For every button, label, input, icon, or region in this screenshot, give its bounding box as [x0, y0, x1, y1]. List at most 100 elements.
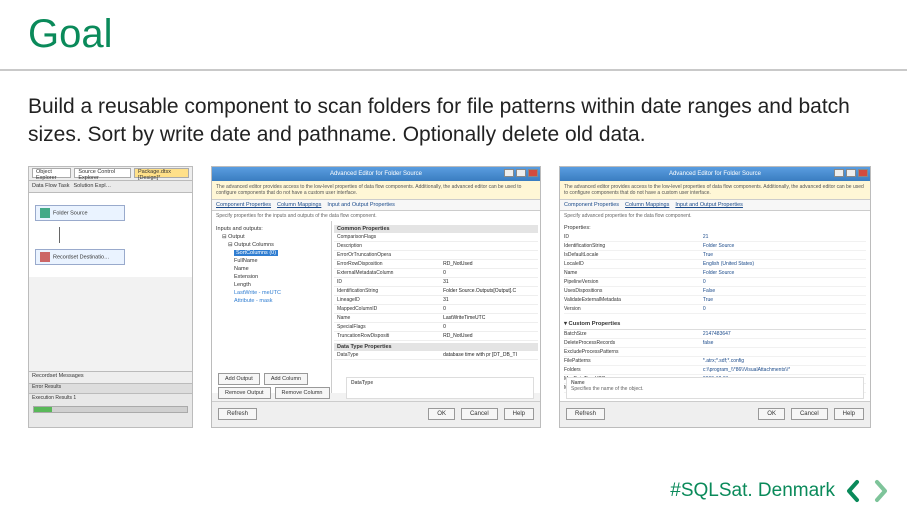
property-value[interactable]: false — [703, 340, 866, 346]
tree-col-length[interactable]: Length — [234, 281, 327, 289]
property-row[interactable]: IdentificationStringFolder Source.Output… — [334, 287, 538, 296]
property-row[interactable]: ValidateExternalMetadataTrue — [564, 296, 866, 305]
property-row[interactable]: IdentificationStringFolder Source — [564, 242, 866, 251]
property-value[interactable]: Folder Source — [703, 243, 866, 249]
property-key: ExcludeProcessPatterns — [564, 349, 703, 355]
maximize-button[interactable] — [846, 169, 856, 177]
property-row[interactable]: ComparisonFlags — [334, 233, 538, 242]
io-tree[interactable]: Inputs and outputs: ⊟ Output ⊟ Output Co… — [212, 221, 332, 393]
property-value[interactable]: 0 — [703, 306, 866, 312]
property-row[interactable]: NameFolder Source — [564, 269, 866, 278]
design-canvas[interactable]: Folder Source Recordset Destinatio… — [29, 193, 192, 277]
tree-col-lastwrite[interactable]: LastWrite - meUTC — [234, 289, 327, 297]
tree-col-attributemask[interactable]: Attribute - mask — [234, 297, 327, 305]
tab-object-explorer[interactable]: Object Explorer — [32, 168, 71, 178]
node-recordset-dest[interactable]: Recordset Destinatio… — [35, 249, 125, 265]
help-button[interactable]: Help — [504, 408, 534, 420]
property-row[interactable]: ErrorOrTruncationOpera — [334, 251, 538, 260]
property-row[interactable]: MappedColumnID0 — [334, 305, 538, 314]
property-value[interactable] — [440, 251, 538, 259]
ok-button[interactable]: OK — [758, 408, 785, 420]
property-row[interactable]: ExternalMetadataColumn0 — [334, 269, 538, 278]
tree-col-name[interactable]: Name — [234, 265, 327, 273]
add-output-button[interactable]: Add Output — [218, 373, 260, 385]
property-row[interactable]: ErrorRowDispositionRD_NotUsed — [334, 260, 538, 269]
property-row[interactable]: SpecialFlags0 — [334, 323, 538, 332]
property-row[interactable]: Description — [334, 242, 538, 251]
property-value[interactable]: 31 — [440, 296, 538, 304]
remove-column-button[interactable]: Remove Column — [275, 387, 330, 399]
tab-source-control[interactable]: Source Control Explorer — [74, 168, 131, 178]
property-value[interactable]: Folder Source — [703, 270, 866, 276]
property-value[interactable]: 2147483647 — [703, 331, 866, 337]
property-value[interactable]: *.atrx;*.sdf;*.config — [703, 358, 866, 364]
property-row[interactable]: UsesDispositionsFalse — [564, 287, 866, 296]
property-value[interactable]: RD_NotUsed — [440, 332, 538, 340]
maximize-button[interactable] — [516, 169, 526, 177]
property-row[interactable]: FilePatterns*.atrx;*.sdf;*.config — [564, 357, 866, 366]
property-value[interactable]: 21 — [703, 234, 866, 240]
refresh-button[interactable]: Refresh — [566, 408, 605, 420]
property-value[interactable]: Folder Source.Outputs[Output].C — [440, 287, 538, 295]
property-value[interactable]: True — [703, 297, 866, 303]
nav-column-mappings[interactable]: Column Mappings — [625, 202, 669, 208]
ok-button[interactable]: OK — [428, 408, 455, 420]
property-row[interactable]: BatchSize2147483647 — [564, 330, 866, 339]
property-row[interactable]: LocaleIDEnglish (United States) — [564, 260, 866, 269]
add-column-button[interactable]: Add Column — [264, 373, 308, 385]
nav-column-mappings[interactable]: Column Mappings — [277, 202, 321, 208]
messages-panel-header[interactable]: Recordset Messages — [29, 371, 192, 383]
cancel-button[interactable]: Cancel — [461, 408, 498, 420]
property-value[interactable]: English (United States) — [703, 261, 866, 267]
property-value[interactable]: 31 — [440, 278, 538, 286]
property-grid[interactable]: Common Properties ComparisonFlagsDescrip… — [332, 221, 540, 393]
tree-col-sortcolumns[interactable]: SortColumns (0) — [234, 250, 278, 256]
close-button[interactable] — [528, 169, 538, 177]
nav-component-props[interactable]: Component Properties — [216, 202, 271, 208]
close-button[interactable] — [858, 169, 868, 177]
property-row[interactable]: NameLastWriteTimeUTC — [334, 314, 538, 323]
property-row[interactable]: Foldersc:\\program_\\*86\\VisualAttachme… — [564, 366, 866, 375]
property-value[interactable]: False — [703, 288, 866, 294]
property-value[interactable]: RD_NotUsed — [440, 260, 538, 268]
tree-output-columns[interactable]: ⊟ Output Columns — [228, 241, 327, 249]
property-value[interactable] — [703, 349, 866, 355]
property-row[interactable]: ExcludeProcessPatterns — [564, 348, 866, 357]
nav-component-props[interactable]: Component Properties — [564, 202, 619, 208]
property-value[interactable] — [440, 233, 538, 241]
property-row[interactable]: ID21 — [564, 233, 866, 242]
node-folder-source[interactable]: Folder Source — [35, 205, 125, 221]
property-value[interactable]: 0 — [703, 279, 866, 285]
tree-col-extension[interactable]: Extension — [234, 273, 327, 281]
property-row[interactable]: TruncationRowDispositiRD_NotUsed — [334, 332, 538, 341]
property-row[interactable]: ID31 — [334, 278, 538, 287]
tree-col-fullname[interactable]: FullName — [234, 257, 327, 265]
minimize-button[interactable] — [834, 169, 844, 177]
property-row[interactable]: IsDefaultLocaleTrue — [564, 251, 866, 260]
property-row[interactable]: DeleteProcessRecordsfalse — [564, 339, 866, 348]
error-list-tab[interactable]: Error Results — [29, 384, 192, 394]
tree-output[interactable]: ⊟ Output — [222, 233, 327, 241]
property-value[interactable]: LastWriteTimeUTC — [440, 314, 538, 322]
nav-io-props[interactable]: Input and Output Properties — [327, 202, 395, 208]
minimize-button[interactable] — [504, 169, 514, 177]
property-row[interactable]: PipelineVersion0 — [564, 278, 866, 287]
cancel-button[interactable]: Cancel — [791, 408, 828, 420]
property-value[interactable]: 0 — [440, 323, 538, 331]
property-row[interactable]: DataTypedatabase time with pr [DT_DB_TI — [334, 351, 538, 360]
tab-package-design[interactable]: Package.dtsx [Design]* — [134, 168, 189, 178]
property-value[interactable]: c:\\program_\\*86\\VisualAttachments\\* — [703, 367, 866, 373]
nav-io-props[interactable]: Input and Output Properties — [675, 202, 743, 208]
property-value[interactable] — [440, 242, 538, 250]
help-button[interactable]: Help — [834, 408, 864, 420]
property-value[interactable]: 0 — [440, 305, 538, 313]
property-row[interactable]: Version0 — [564, 305, 866, 314]
refresh-button[interactable]: Refresh — [218, 408, 257, 420]
property-value[interactable]: database time with pr [DT_DB_TI — [440, 351, 538, 359]
property-row[interactable]: LineageID31 — [334, 296, 538, 305]
property-value[interactable]: True — [703, 252, 866, 258]
property-value[interactable]: 0 — [440, 269, 538, 277]
toolbar-item-solution[interactable]: Solution Expl… — [74, 183, 112, 189]
toolbar-item-dataflow[interactable]: Data Flow Task — [32, 183, 70, 189]
remove-output-button[interactable]: Remove Output — [218, 387, 271, 399]
